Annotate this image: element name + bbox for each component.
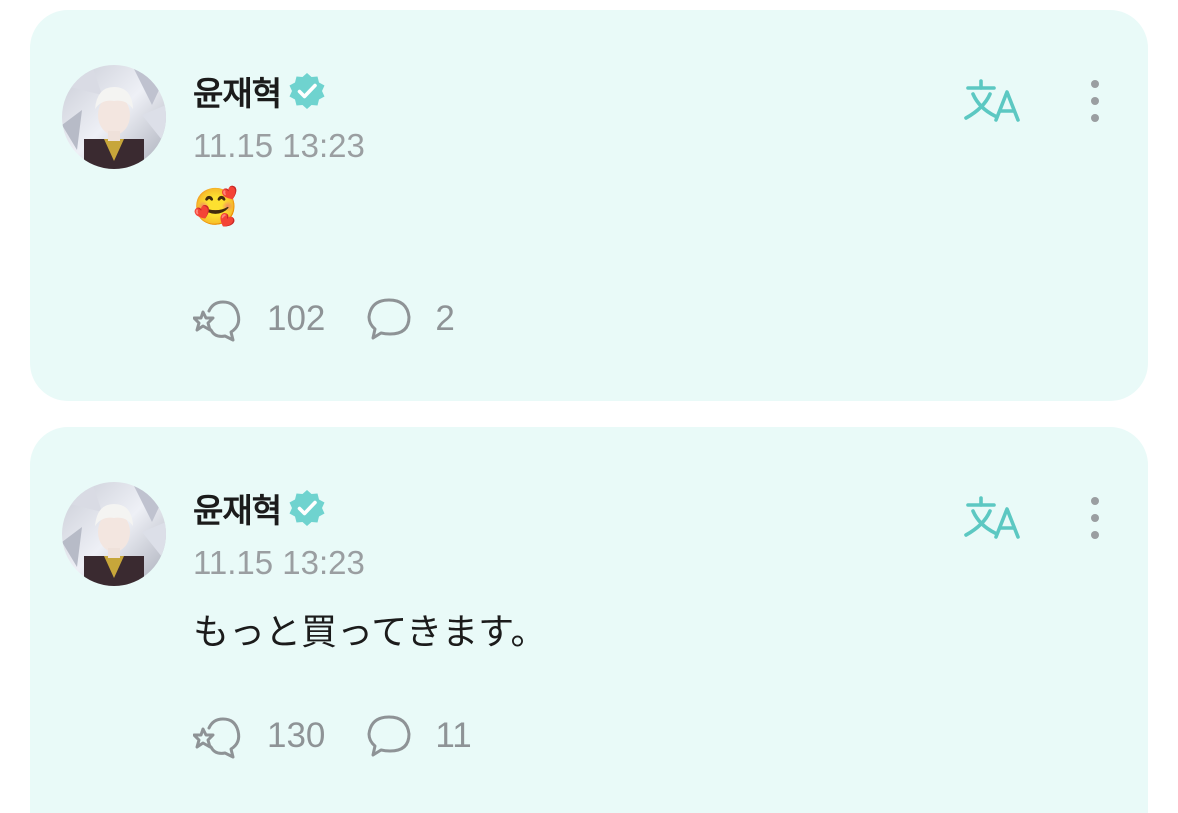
comment-button[interactable]: 11: [365, 713, 472, 759]
sparkle-heart-icon: [193, 300, 241, 342]
post-actions: 102 2: [193, 294, 455, 344]
post-timestamp: 11.15 13:23: [193, 127, 365, 164]
comment-bubble-icon: [367, 715, 411, 757]
more-options-button[interactable]: [1080, 76, 1110, 126]
avatar[interactable]: [62, 65, 166, 169]
verified-badge-icon: [287, 71, 327, 111]
like-button[interactable]: 102: [193, 296, 325, 342]
post-text: もっと買ってきます。: [193, 612, 547, 653]
post-card[interactable]: 윤재혁 11.15 13:23 🥰 102 2: [30, 10, 1148, 401]
author-row: 윤재혁: [193, 68, 327, 114]
comment-count: 11: [435, 716, 472, 755]
translate-icon[interactable]: [960, 493, 1026, 543]
author-row: 윤재혁: [193, 485, 327, 531]
post-feed: 윤재혁 11.15 13:23 🥰 102 2 윤재혁 11.15 13:23 …: [0, 0, 1178, 813]
more-options-button[interactable]: [1080, 493, 1110, 543]
post-timestamp: 11.15 13:23: [193, 544, 365, 581]
author-name[interactable]: 윤재혁: [193, 484, 282, 532]
comment-count: 2: [435, 299, 455, 338]
comment-bubble-icon: [367, 298, 411, 340]
like-count: 130: [267, 716, 326, 755]
sparkle-heart-icon: [193, 717, 241, 759]
verified-badge-icon: [287, 488, 327, 528]
translate-icon[interactable]: [960, 76, 1026, 126]
post-card[interactable]: 윤재혁 11.15 13:23 もっと買ってきます。 130 11: [30, 427, 1148, 813]
post-text: 🥰: [193, 187, 238, 228]
like-count: 102: [267, 299, 326, 338]
like-button[interactable]: 130: [193, 713, 325, 759]
avatar[interactable]: [62, 482, 166, 586]
post-actions: 130 11: [193, 711, 472, 761]
author-name[interactable]: 윤재혁: [193, 67, 282, 115]
comment-button[interactable]: 2: [365, 296, 455, 342]
